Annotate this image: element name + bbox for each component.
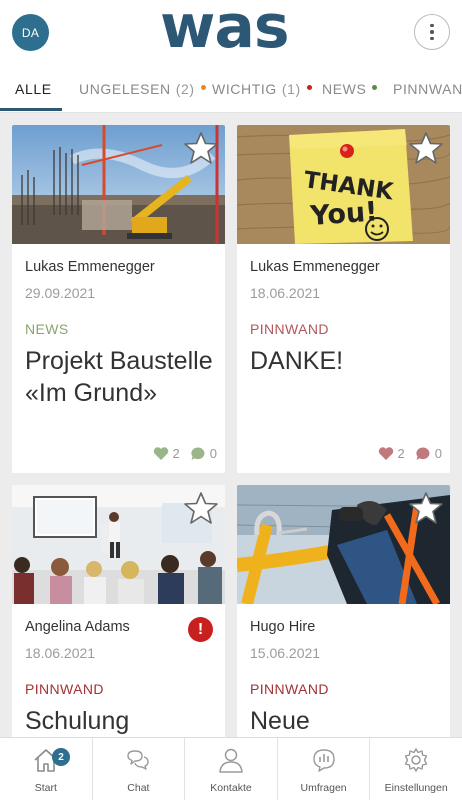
favorite-star-icon[interactable] <box>183 131 219 165</box>
post-author: Angelina Adams <box>25 619 130 635</box>
post-card[interactable]: THANK You! Lukas Emmenegger 18.06.2021 P… <box>237 125 450 473</box>
post-author: Lukas Emmenegger <box>250 259 380 275</box>
post-author: Lukas Emmenegger <box>25 259 155 275</box>
settings-icon <box>404 748 428 772</box>
post-category: PINNWAND <box>250 681 329 697</box>
nav-umfragen[interactable]: Umfragen <box>278 738 371 800</box>
nav-chat[interactable]: Chat <box>93 738 186 800</box>
unread-dot-icon <box>200 84 206 90</box>
heart-icon[interactable] <box>378 446 394 461</box>
user-avatar[interactable]: DA <box>12 14 49 51</box>
post-date: 18.06.2021 <box>25 645 96 661</box>
post-title: Schulung <box>25 707 130 735</box>
post-author: Hugo Hire <box>250 619 316 635</box>
nav-label: Kontakte <box>210 782 252 794</box>
favorite-star-icon[interactable] <box>183 491 219 525</box>
tab-pinnwand[interactable]: PINNWAND <box>393 81 462 97</box>
tab-alle[interactable]: ALLE <box>15 81 52 97</box>
post-card[interactable]: Hugo Hire 15.06.2021 PINNWAND Neue <box>237 485 450 745</box>
post-title: DANKE! <box>250 347 344 375</box>
comments-count: 0 <box>434 446 442 461</box>
filter-tabs: ALLE UNGELESEN (2) WICHTIG (1) NEWS PINNWA… <box>0 66 462 113</box>
nav-label: Start <box>34 782 57 794</box>
training-seminar-photo <box>12 485 225 604</box>
active-tab-indicator <box>0 108 62 111</box>
contact-icon <box>219 748 243 773</box>
post-stats: 2 0 <box>378 446 442 461</box>
nav-label: Einstellungen <box>384 782 448 794</box>
post-title: Neue <box>250 707 310 735</box>
likes-count: 2 <box>397 446 405 461</box>
app-header: DA was <box>0 0 462 66</box>
comment-icon[interactable] <box>190 446 206 461</box>
post-category: NEWS <box>25 321 69 337</box>
nav-label: Chat <box>127 782 150 794</box>
post-stats: 2 0 <box>153 446 217 461</box>
start-badge: 2 <box>52 748 70 766</box>
important-alert-icon: ! <box>188 617 213 642</box>
poll-icon <box>312 749 335 772</box>
tab-ungelesen[interactable]: UNGELESEN (2) <box>79 81 206 97</box>
heart-icon[interactable] <box>153 446 169 461</box>
nav-einstellungen[interactable]: Einstellungen <box>370 738 462 800</box>
post-category: PINNWAND <box>25 681 104 697</box>
construction-site-photo <box>12 125 225 244</box>
bottom-navigation: 2 Start Chat Kontakte Umfragen Einstellu… <box>0 737 462 800</box>
post-date: 15.06.2021 <box>250 645 321 661</box>
post-date: 29.09.2021 <box>25 285 96 301</box>
tab-wichtig[interactable]: WICHTIG (1) <box>212 81 312 97</box>
post-title: Projekt Baustelle «Im Grund» <box>25 347 213 407</box>
favorite-star-icon[interactable] <box>408 131 444 165</box>
chat-icon <box>127 750 150 770</box>
likes-count: 2 <box>172 446 180 461</box>
nav-label: Umfragen <box>300 782 347 794</box>
comment-icon[interactable] <box>415 446 431 461</box>
favorite-star-icon[interactable] <box>408 491 444 525</box>
post-card[interactable]: Angelina Adams ! 18.06.2021 PINNWAND Sch… <box>12 485 225 745</box>
more-menu-button[interactable] <box>414 14 450 50</box>
post-date: 18.06.2021 <box>250 285 321 301</box>
thank-you-note-photo: THANK You! <box>237 125 450 244</box>
nav-start[interactable]: 2 Start <box>0 738 93 800</box>
news-dot-icon <box>372 84 378 90</box>
more-vertical-icon <box>430 23 434 28</box>
app-logo: was <box>160 0 290 62</box>
svg-text:You!: You! <box>308 196 378 232</box>
post-category: PINNWAND <box>250 321 329 337</box>
nav-kontakte[interactable]: Kontakte <box>185 738 278 800</box>
post-card[interactable]: Lukas Emmenegger 29.09.2021 NEWS Projekt… <box>12 125 225 473</box>
tab-news[interactable]: NEWS <box>322 81 378 97</box>
comments-count: 0 <box>209 446 217 461</box>
important-dot-icon <box>306 84 312 90</box>
safety-harness-photo <box>237 485 450 604</box>
